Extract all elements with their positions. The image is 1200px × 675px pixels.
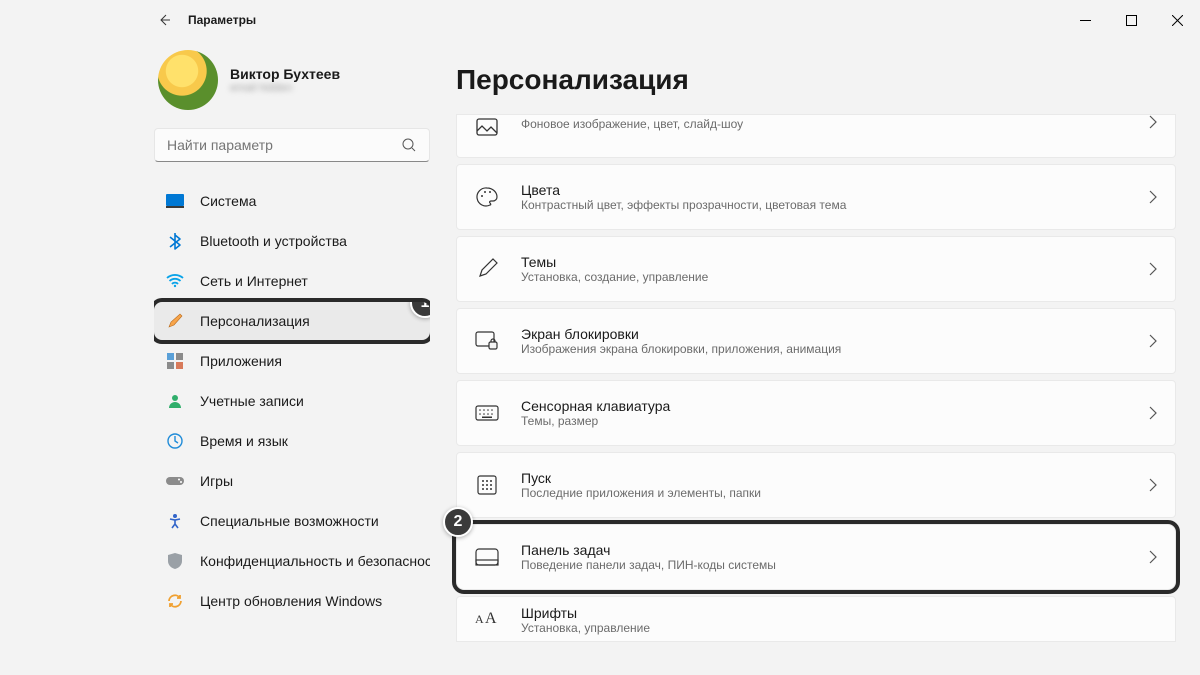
sidebar-item-label: Приложения — [200, 353, 282, 369]
svg-text:A: A — [485, 610, 497, 626]
wifi-icon — [166, 272, 184, 290]
titlebar: Параметры — [130, 0, 1200, 40]
card-lockscreen[interactable]: Экран блокировки Изображения экрана блок… — [456, 308, 1176, 374]
back-button[interactable] — [148, 4, 180, 36]
gamepad-icon — [166, 472, 184, 490]
profile-name: Виктор Бухтеев — [230, 66, 340, 82]
sidebar-item-bluetooth[interactable]: Bluetooth и устройства — [154, 222, 430, 260]
start-grid-icon — [475, 473, 499, 497]
sidebar-item-label: Специальные возможности — [200, 513, 379, 529]
accessibility-icon — [166, 512, 184, 530]
window-controls — [1062, 0, 1200, 40]
profile-email: email hidden — [230, 82, 340, 94]
palette-icon — [475, 185, 499, 209]
sidebar-item-label: Учетные записи — [200, 393, 304, 409]
card-title: Сенсорная клавиатура — [521, 398, 670, 414]
sidebar-item-network[interactable]: Сеть и Интернет — [154, 262, 430, 300]
image-icon — [475, 115, 499, 139]
card-subtitle: Изображения экрана блокировки, приложени… — [521, 342, 841, 356]
settings-window: Параметры Виктор Бухтеев email hidden — [130, 0, 1200, 675]
chevron-right-icon — [1149, 550, 1157, 564]
avatar — [158, 50, 218, 110]
sidebar-item-system[interactable]: Система — [154, 182, 430, 220]
chevron-right-icon — [1149, 334, 1157, 348]
nav-list: Система Bluetooth и устройства Сеть и Ин… — [154, 182, 430, 620]
sidebar: Виктор Бухтеев email hidden Система Blue… — [130, 40, 440, 675]
sidebar-item-time[interactable]: Время и язык — [154, 422, 430, 460]
sidebar-item-accessibility[interactable]: Специальные возможности — [154, 502, 430, 540]
maximize-button[interactable] — [1108, 0, 1154, 40]
card-subtitle: Фоновое изображение, цвет, слайд-шоу — [521, 117, 743, 131]
sidebar-item-label: Центр обновления Windows — [200, 593, 382, 609]
callout-badge-1: 1 — [410, 302, 430, 318]
maximize-icon — [1126, 15, 1137, 26]
card-title: Панель задач — [521, 542, 776, 558]
sidebar-item-label: Игры — [200, 473, 233, 489]
person-icon — [166, 392, 184, 410]
card-themes[interactable]: Темы Установка, создание, управление — [456, 236, 1176, 302]
minimize-button[interactable] — [1062, 0, 1108, 40]
globe-clock-icon — [166, 432, 184, 450]
card-fonts[interactable]: AA Шрифты Установка, управление — [456, 596, 1176, 642]
paintbrush-icon — [166, 312, 184, 330]
card-title: Экран блокировки — [521, 326, 841, 342]
close-button[interactable] — [1154, 0, 1200, 40]
card-subtitle: Темы, размер — [521, 414, 670, 428]
apps-icon — [166, 352, 184, 370]
minimize-icon — [1080, 15, 1091, 26]
sidebar-item-label: Bluetooth и устройства — [200, 233, 347, 249]
sidebar-item-personalization[interactable]: Персонализация 1 — [154, 302, 430, 340]
search-icon — [401, 137, 417, 153]
sidebar-item-label: Конфиденциальность и безопасность — [200, 553, 430, 569]
sidebar-item-gaming[interactable]: Игры — [154, 462, 430, 500]
taskbar-icon — [475, 545, 499, 569]
search-box[interactable] — [154, 128, 430, 162]
sidebar-item-label: Сеть и Интернет — [200, 273, 308, 289]
card-start[interactable]: Пуск Последние приложения и элементы, па… — [456, 452, 1176, 518]
settings-list: Фоновое изображение, цвет, слайд-шоу Цве… — [456, 114, 1176, 642]
sidebar-item-privacy[interactable]: Конфиденциальность и безопасность — [154, 542, 430, 580]
card-touch-keyboard[interactable]: Сенсорная клавиатура Темы, размер — [456, 380, 1176, 446]
card-colors[interactable]: Цвета Контрастный цвет, эффекты прозрачн… — [456, 164, 1176, 230]
lockscreen-icon — [475, 329, 499, 353]
bluetooth-icon — [166, 232, 184, 250]
sidebar-item-label: Система — [200, 193, 256, 209]
card-title: Шрифты — [521, 605, 650, 621]
card-title: Пуск — [521, 470, 761, 486]
callout-badge-2: 2 — [443, 507, 473, 537]
card-title: Цвета — [521, 182, 846, 198]
svg-text:A: A — [475, 612, 484, 626]
chevron-right-icon — [1149, 262, 1157, 276]
chevron-right-icon — [1149, 478, 1157, 492]
update-icon — [166, 592, 184, 610]
card-title: Темы — [521, 254, 708, 270]
arrow-left-icon — [156, 12, 172, 28]
chevron-right-icon — [1149, 115, 1157, 129]
card-subtitle: Установка, создание, управление — [521, 270, 708, 284]
shield-icon — [166, 552, 184, 570]
font-icon: AA — [475, 605, 499, 629]
sidebar-item-update[interactable]: Центр обновления Windows — [154, 582, 430, 620]
card-taskbar[interactable]: 2 Панель задач Поведение панели задач, П… — [456, 524, 1176, 590]
sidebar-item-accounts[interactable]: Учетные записи — [154, 382, 430, 420]
chevron-right-icon — [1149, 190, 1157, 204]
sidebar-item-label: Время и язык — [200, 433, 288, 449]
card-subtitle: Последние приложения и элементы, папки — [521, 486, 761, 500]
page-title: Персонализация — [456, 64, 1176, 96]
chevron-right-icon — [1149, 406, 1157, 420]
pen-icon — [475, 257, 499, 281]
system-icon — [166, 192, 184, 210]
sidebar-item-label: Персонализация — [200, 313, 310, 329]
keyboard-icon — [475, 401, 499, 425]
card-subtitle: Поведение панели задач, ПИН-коды системы — [521, 558, 776, 572]
card-background[interactable]: Фоновое изображение, цвет, слайд-шоу — [456, 114, 1176, 158]
sidebar-item-apps[interactable]: Приложения — [154, 342, 430, 380]
close-icon — [1172, 15, 1183, 26]
window-title: Параметры — [188, 13, 256, 27]
main-panel: Персонализация Фоновое изображение, цвет… — [440, 40, 1200, 675]
profile[interactable]: Виктор Бухтеев email hidden — [154, 40, 430, 128]
search-input[interactable] — [167, 137, 401, 153]
card-subtitle: Контрастный цвет, эффекты прозрачности, … — [521, 198, 846, 212]
card-subtitle: Установка, управление — [521, 621, 650, 635]
